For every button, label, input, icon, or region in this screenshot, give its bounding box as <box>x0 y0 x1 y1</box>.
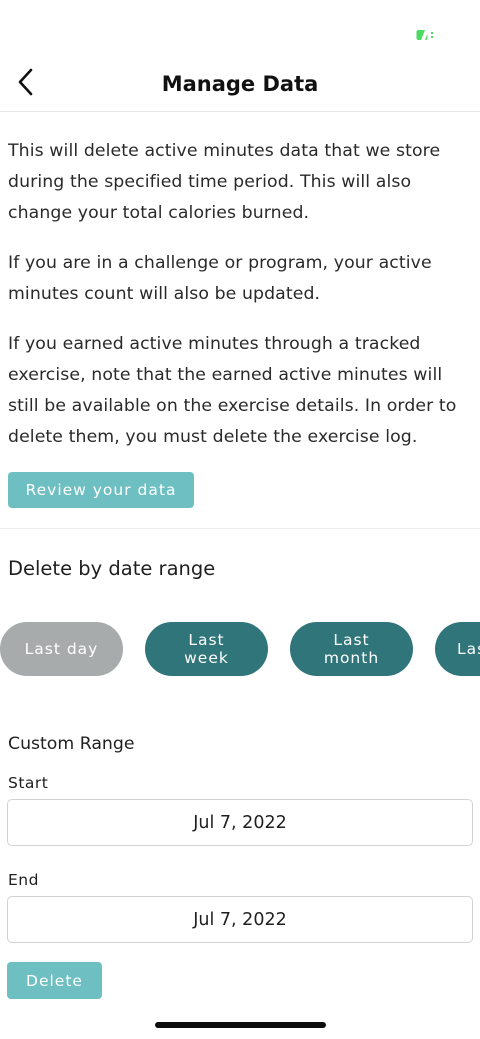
chip-last-partial[interactable]: Las <box>435 622 480 676</box>
home-indicator <box>155 1022 326 1028</box>
review-data-button[interactable]: Review your data <box>8 472 194 508</box>
section-divider <box>0 528 480 529</box>
chip-last-week[interactable]: Last week <box>145 622 268 676</box>
info-paragraph-exercise: If you earned active minutes through a t… <box>8 334 457 447</box>
chip-label: Las <box>457 640 480 658</box>
start-label: Start <box>8 774 49 792</box>
chip-label: Last week <box>184 631 229 667</box>
info-paragraph-calories: This will delete active minutes data tha… <box>8 141 441 223</box>
chip-label: Last month <box>324 631 379 667</box>
chip-label-line2: month <box>323 649 380 667</box>
chip-label-line2: week <box>184 649 229 667</box>
start-date-value: Jul 7, 2022 <box>193 812 287 833</box>
info-text: This will delete active minutes data tha… <box>8 136 474 472</box>
custom-range-title: Custom Range <box>8 734 135 754</box>
info-paragraph-challenge: If you are in a challenge or program, yo… <box>8 253 432 304</box>
date-range-chips: Last day Last week Last month Las <box>0 622 480 676</box>
manage-data-screen: Manage Data This will delete active minu… <box>0 0 480 1039</box>
chip-label-line1: Last <box>333 631 370 649</box>
end-date-field[interactable]: Jul 7, 2022 <box>7 896 473 943</box>
date-range-title: Delete by date range <box>8 557 216 580</box>
start-date-field[interactable]: Jul 7, 2022 <box>7 799 473 846</box>
end-date-value: Jul 7, 2022 <box>193 909 287 930</box>
page-title: Manage Data <box>161 72 319 96</box>
battery-icon <box>416 26 436 40</box>
end-label: End <box>8 871 39 889</box>
chip-last-month[interactable]: Last month <box>290 622 413 676</box>
chip-last-day[interactable]: Last day <box>0 622 123 676</box>
header: Manage Data <box>0 60 480 112</box>
chip-label-line1: Last <box>188 631 225 649</box>
delete-button[interactable]: Delete <box>7 962 102 999</box>
chip-label: Last day <box>24 640 99 658</box>
status-bar <box>0 0 480 60</box>
